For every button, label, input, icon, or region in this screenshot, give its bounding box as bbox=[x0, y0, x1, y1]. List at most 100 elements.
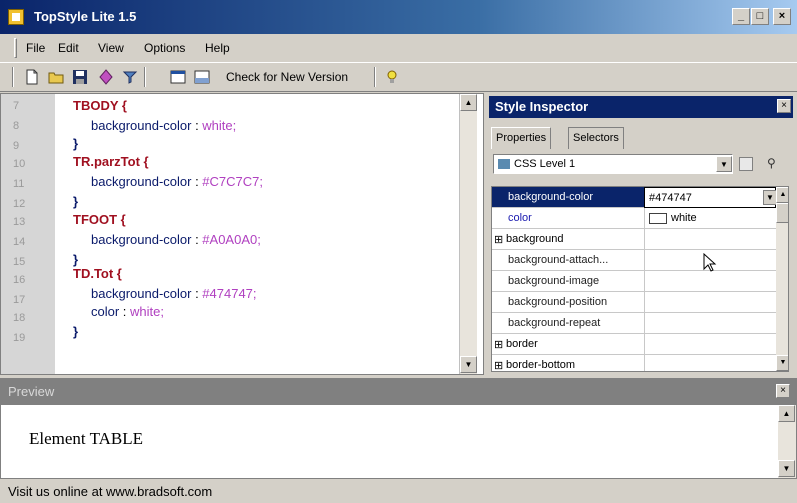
editor-scrollbar[interactable]: ▲ ▼ bbox=[459, 94, 477, 374]
menu-grip[interactable] bbox=[14, 38, 17, 58]
diamond-icon[interactable] bbox=[98, 69, 114, 85]
line-number: 12 bbox=[13, 198, 26, 210]
property-row[interactable]: background-color #474747 ▼ bbox=[492, 187, 777, 208]
property-row[interactable]: background-position bbox=[492, 292, 776, 313]
preview-pane-icon[interactable] bbox=[194, 69, 210, 85]
code-declaration: background-color : #474747; bbox=[91, 286, 257, 301]
maximize-button[interactable]: □ bbox=[751, 8, 769, 25]
scroll-up-arrow-icon[interactable]: ▲ bbox=[460, 94, 477, 111]
code-property: background-color bbox=[91, 232, 192, 247]
property-value-field[interactable]: #474747 ▼ bbox=[644, 187, 777, 208]
title-bar: TopStyle Lite 1.5 _ □ × bbox=[0, 0, 797, 34]
preview-close-icon[interactable]: × bbox=[776, 384, 790, 398]
expand-icon[interactable]: ⊞ bbox=[494, 359, 503, 371]
property-name: background bbox=[506, 233, 564, 245]
color-swatch-icon bbox=[649, 213, 667, 224]
line-number: 15 bbox=[13, 256, 26, 268]
menu-file[interactable]: File bbox=[26, 41, 45, 55]
minimize-button[interactable]: _ bbox=[732, 8, 750, 25]
toolbar-separator bbox=[374, 67, 376, 87]
bulb-icon[interactable] bbox=[384, 69, 400, 85]
property-value-field[interactable] bbox=[644, 292, 776, 313]
tab-selectors[interactable]: Selectors bbox=[568, 127, 624, 149]
app-icon bbox=[8, 9, 24, 25]
preview-icon[interactable] bbox=[170, 69, 186, 85]
code-property: color bbox=[91, 304, 120, 319]
line-number: 8 bbox=[13, 120, 20, 132]
scroll-up-arrow-icon[interactable]: ▲ bbox=[776, 187, 788, 203]
line-number: 7 bbox=[13, 100, 20, 112]
toolbar-grip[interactable] bbox=[12, 67, 14, 87]
code-colon: : bbox=[191, 118, 203, 133]
css-level-icon bbox=[498, 159, 510, 169]
code-brace: } bbox=[73, 324, 79, 339]
code-selector: TBODY { bbox=[73, 98, 127, 113]
categorize-icon[interactable] bbox=[739, 157, 753, 171]
line-number: 11 bbox=[13, 178, 25, 190]
scroll-down-arrow-icon[interactable]: ▼ bbox=[778, 460, 795, 477]
menu-options[interactable]: Options bbox=[144, 41, 185, 55]
property-value-field[interactable] bbox=[644, 355, 776, 371]
property-value-field[interactable] bbox=[644, 313, 776, 334]
new-file-icon[interactable] bbox=[24, 69, 40, 85]
scroll-down-arrow-icon[interactable]: ▼ bbox=[460, 356, 477, 373]
property-category-row[interactable]: ⊞ border bbox=[492, 334, 776, 355]
menu-help[interactable]: Help bbox=[205, 41, 230, 55]
chevron-down-icon[interactable]: ▼ bbox=[716, 156, 732, 172]
property-grid: background-color #474747 ▼ color white ⊞… bbox=[491, 186, 789, 372]
open-folder-icon[interactable] bbox=[48, 69, 64, 85]
preview-content: Element TABLE bbox=[29, 429, 143, 448]
code-value: #A0A0A0; bbox=[202, 232, 261, 247]
property-row[interactable]: color white bbox=[492, 208, 776, 229]
code-brace: } bbox=[73, 194, 79, 209]
property-name: background-attach... bbox=[508, 254, 609, 266]
property-row[interactable]: background-attach... bbox=[492, 250, 776, 271]
property-name: background-image bbox=[508, 275, 600, 287]
window-title: TopStyle Lite 1.5 bbox=[34, 9, 137, 24]
property-value-field[interactable]: white bbox=[644, 208, 776, 229]
property-category-row[interactable]: ⊞ background bbox=[492, 229, 776, 250]
save-icon[interactable] bbox=[72, 69, 88, 85]
property-row[interactable]: background-repeat bbox=[492, 313, 776, 334]
property-name: background-color bbox=[508, 191, 593, 203]
check-new-version-button[interactable]: Check for New Version bbox=[226, 70, 348, 84]
code-selector: TR.parzTot { bbox=[73, 154, 149, 169]
menu-bar: File Edit View Options Help bbox=[0, 34, 797, 62]
css-level-select[interactable]: CSS Level 1 ▼ bbox=[493, 154, 733, 174]
code-brace: } bbox=[73, 136, 79, 151]
line-number: 16 bbox=[13, 274, 26, 286]
expand-icon[interactable]: ⊞ bbox=[494, 233, 503, 246]
inspector-title: Style Inspector bbox=[495, 99, 589, 114]
code-editor[interactable]: 7 8 9 10 11 12 13 14 15 16 17 18 19 TBOD… bbox=[0, 93, 484, 375]
code-declaration: background-color : #C7C7C7; bbox=[91, 174, 263, 189]
property-category-row[interactable]: ⊞ border-bottom bbox=[492, 355, 776, 371]
code-selector: TFOOT { bbox=[73, 212, 126, 227]
close-button[interactable]: × bbox=[773, 8, 791, 25]
menu-edit[interactable]: Edit bbox=[58, 41, 79, 55]
line-number: 14 bbox=[13, 236, 26, 248]
scroll-thumb[interactable] bbox=[776, 203, 788, 223]
preview-scrollbar[interactable]: ▲ ▼ bbox=[778, 405, 796, 478]
code-property: background-color bbox=[91, 118, 192, 133]
code-value: white; bbox=[130, 304, 164, 319]
expand-icon[interactable]: ⊞ bbox=[494, 338, 503, 351]
property-value-field[interactable] bbox=[644, 334, 776, 355]
line-number: 18 bbox=[13, 312, 26, 324]
chevron-down-icon[interactable]: ▼ bbox=[763, 190, 777, 205]
code-property: background-color bbox=[91, 286, 192, 301]
scroll-down-arrow-icon[interactable]: ▼ bbox=[776, 355, 788, 371]
property-grid-scrollbar[interactable]: ▲ ▼ bbox=[776, 187, 788, 371]
filter-icon[interactable] bbox=[122, 69, 138, 85]
inspector-close-icon[interactable]: × bbox=[777, 99, 791, 113]
line-number: 13 bbox=[13, 216, 26, 228]
code-declaration: background-color : white; bbox=[91, 118, 236, 133]
property-name: color bbox=[508, 212, 532, 224]
code-value: #474747; bbox=[202, 286, 257, 301]
scroll-up-arrow-icon[interactable]: ▲ bbox=[778, 405, 795, 422]
search-icon[interactable]: ⚲ bbox=[767, 156, 776, 170]
tab-properties[interactable]: Properties bbox=[491, 127, 552, 149]
preview-pane[interactable]: Element TABLE ▲ ▼ bbox=[0, 404, 797, 479]
property-row[interactable]: background-image bbox=[492, 271, 776, 292]
menu-view[interactable]: View bbox=[98, 41, 124, 55]
property-value-field[interactable] bbox=[644, 229, 776, 250]
